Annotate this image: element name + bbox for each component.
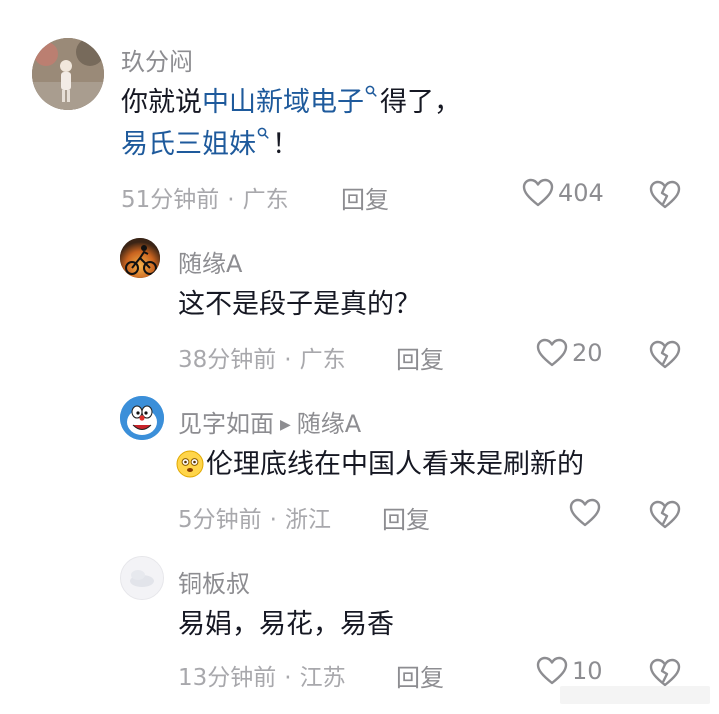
comment-meta: 51分钟前 · 广东 [121,180,289,214]
location: 江苏 [299,665,346,691]
dislike-heart-icon [649,658,681,687]
separator-dot: · [227,187,235,213]
username-line: 见字如面 ▶ 随缘A [178,404,361,439]
like-button[interactable]: 20 [536,338,603,368]
username[interactable]: 见字如面 [178,410,274,438]
text-segment: 你就说 [121,87,202,118]
text-segment: 得了， [380,87,461,118]
search-icon [257,127,269,139]
comment-text: 你就说中山新域电子 得了， 易氏三姐妹 ！ [121,82,541,166]
separator-dot: · [284,665,292,691]
dislike-button[interactable] [649,500,681,534]
search-icon [365,85,377,97]
timestamp: 38分钟前 [178,347,277,373]
reply-to-username[interactable]: 随缘A [297,410,361,438]
heart-icon [536,656,568,685]
timestamp: 13分钟前 [178,665,277,691]
location: 浙江 [284,507,331,533]
comment-1: 玖分闷 你就说中山新域电子 得了， 易氏三姐妹 ！ 51分钟前 · 广东 回复 404 [0,0,719,230]
separator-dot: · [269,507,277,533]
timestamp: 5分钟前 [178,507,262,533]
link-text[interactable]: 中山新域电子 [202,87,364,118]
avatar[interactable] [32,38,104,110]
comment-2: 随缘A 这不是段子是真的？ 38分钟前 · 广东 回复 20 [0,230,719,390]
link-text[interactable]: 易氏三姐妹 [121,129,256,160]
like-button[interactable]: 10 [536,656,603,686]
dislike-heart-icon [649,500,681,529]
dislike-heart-icon [649,340,681,369]
watermark [560,686,710,704]
location: 广东 [299,347,346,373]
avatar-photo [120,396,164,440]
emoji-icon [176,450,204,477]
reply-button[interactable]: 回复 [396,658,444,693]
comment-text: 伦理底线在中国人看来是刷新的 [176,444,584,486]
avatar[interactable] [120,238,160,278]
like-count: 404 [558,179,604,207]
avatar-photo [120,238,160,278]
heart-icon [536,338,568,367]
comment-text: 这不是段子是真的？ [178,289,421,320]
separator-dot: · [284,347,292,373]
like-button[interactable] [569,498,605,528]
username[interactable]: 玖分闷 [121,42,193,77]
arrow-right-icon: ▶ [280,417,291,433]
search-link[interactable]: 中山新域电子 [202,85,380,118]
search-link[interactable]: 易氏三姐妹 [121,127,272,160]
like-count: 20 [572,339,603,367]
comment-3: 见字如面 ▶ 随缘A 伦理底线在中国人看来是刷新的 5分钟前 · 浙江 回复 [0,390,719,550]
avatar[interactable] [120,396,164,440]
dislike-button[interactable] [649,340,681,374]
comment-body: 伦理底线在中国人看来是刷新的 [206,449,584,480]
comment-meta: 13分钟前 · 江苏 [178,658,346,692]
heart-icon [569,498,601,527]
comment-text: 易娟，易花，易香 [178,609,394,640]
text-segment: ！ [272,129,299,160]
username[interactable]: 铜板叔 [178,564,250,599]
dislike-button[interactable] [649,180,681,214]
like-count: 10 [572,657,603,685]
avatar[interactable] [120,556,164,600]
avatar-photo [32,38,104,110]
reply-button[interactable]: 回复 [382,500,430,535]
like-button[interactable]: 404 [522,178,604,208]
username[interactable]: 随缘A [178,244,242,279]
reply-button[interactable]: 回复 [341,180,389,215]
avatar-photo [121,557,163,599]
comment-meta: 38分钟前 · 广东 [178,340,346,374]
timestamp: 51分钟前 [121,187,220,213]
location: 广东 [242,187,289,213]
comment-meta: 5分钟前 · 浙江 [178,500,331,534]
dislike-heart-icon [649,180,681,209]
heart-icon [522,178,554,207]
reply-button[interactable]: 回复 [396,340,444,375]
